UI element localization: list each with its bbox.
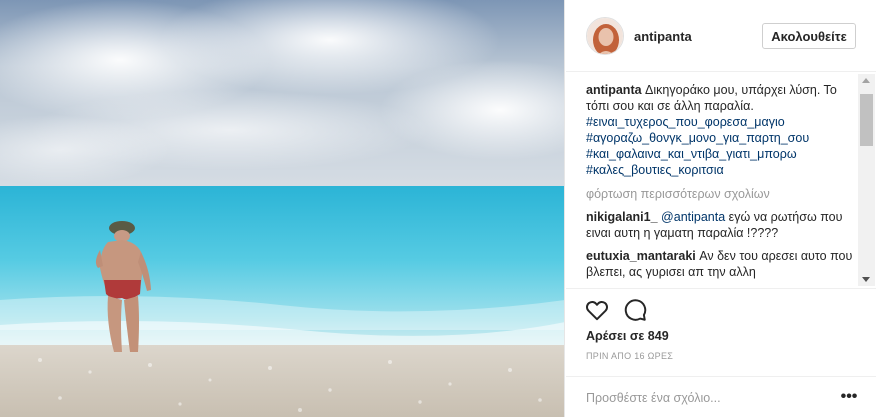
post-header: antipanta Ακολουθείτε bbox=[566, 0, 876, 72]
likes-count[interactable]: Αρέσει σε 849 bbox=[586, 329, 669, 343]
speech-bubble-icon[interactable] bbox=[622, 297, 648, 323]
follow-button[interactable]: Ακολουθείτε bbox=[762, 23, 856, 49]
scroll-thumb[interactable] bbox=[860, 94, 873, 146]
post-photo[interactable] bbox=[0, 0, 565, 417]
comment-mention[interactable]: @antipanta bbox=[661, 210, 725, 224]
comment-item: nikigalani1_ @antipanta εγώ να ρωτήσω πο… bbox=[586, 209, 856, 241]
hashtag-link[interactable]: #ειναι_τυχερος_που_φορεσα_μαγιο bbox=[586, 114, 856, 130]
hashtag-link[interactable]: #και_φαλαινα_και_ντιβα_γιατι_μπορω bbox=[586, 146, 856, 162]
comments-scrollbar[interactable] bbox=[858, 74, 875, 286]
post-username[interactable]: antipanta bbox=[634, 29, 692, 44]
post-panel: antipanta Ακολουθείτε antipanta Δικηγορά… bbox=[566, 0, 876, 417]
post-caption: antipanta Δικηγοράκο μου, υπάρχει λύση. … bbox=[586, 82, 856, 178]
comments-list: antipanta Δικηγοράκο μου, υπάρχει λύση. … bbox=[586, 82, 856, 288]
comment-username[interactable]: nikigalani1_ bbox=[586, 210, 658, 224]
comment-item: eutuxia_mantaraki Αν δεν του αρεσει αυτο… bbox=[586, 248, 856, 280]
comment-username[interactable]: eutuxia_mantaraki bbox=[586, 249, 696, 263]
scroll-up-icon[interactable] bbox=[862, 78, 870, 83]
hashtag-link[interactable]: #καλες_βουτιες_κοριτσια bbox=[586, 162, 856, 178]
post-actions bbox=[566, 288, 876, 328]
scroll-down-icon[interactable] bbox=[862, 277, 870, 282]
caption-username[interactable]: antipanta bbox=[586, 83, 642, 97]
hashtag-link[interactable]: #αγοραζω_θονγκ_μονο_για_παρτη_σου bbox=[586, 130, 856, 146]
load-more-comments-link[interactable]: φόρτωση περισσότερων σχολίων bbox=[586, 186, 856, 202]
comment-input[interactable] bbox=[586, 389, 826, 407]
avatar[interactable] bbox=[586, 17, 624, 55]
add-comment-section: ••• bbox=[566, 376, 876, 417]
post-timestamp: ΠΡΙΝ ΑΠΟ 16 ΩΡΕΣ bbox=[586, 351, 674, 361]
heart-icon[interactable] bbox=[584, 297, 610, 323]
ellipsis-icon[interactable]: ••• bbox=[838, 387, 860, 407]
